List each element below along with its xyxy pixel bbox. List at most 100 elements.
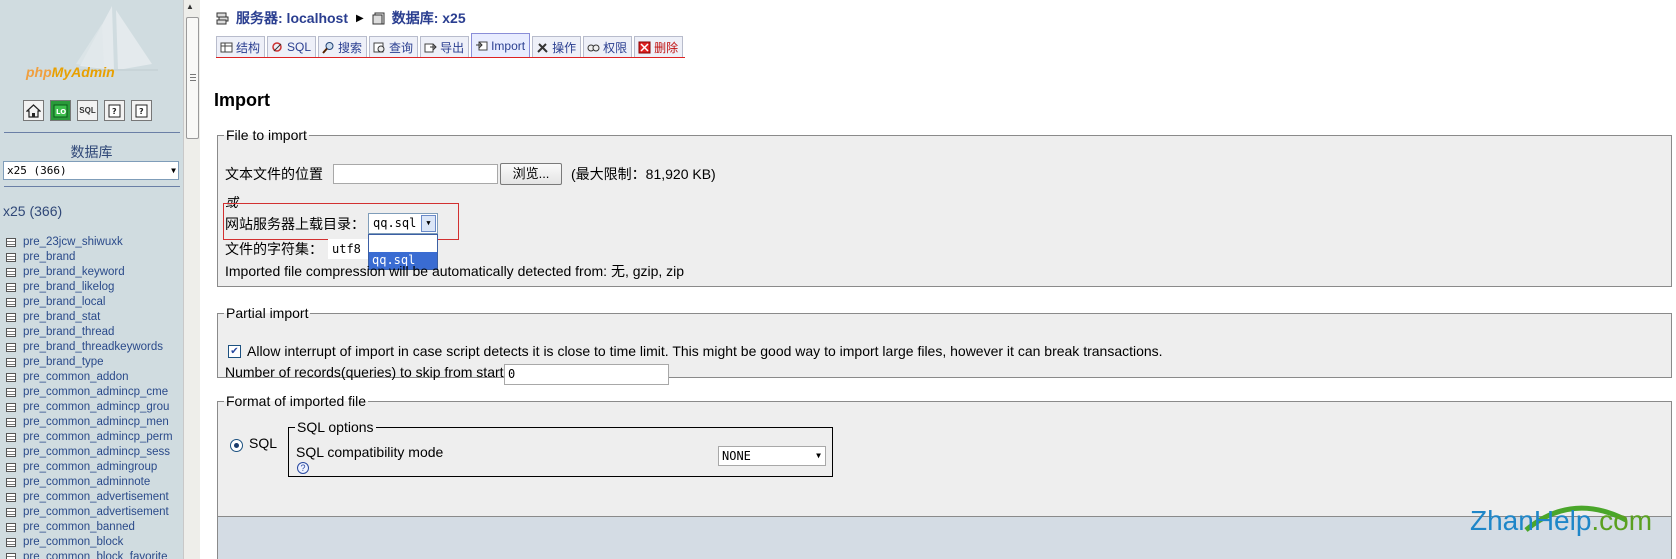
table-icon[interactable] (6, 328, 16, 337)
table-list-item[interactable]: pre_common_admingroup (6, 460, 173, 475)
file-location-input[interactable] (333, 164, 498, 184)
tab-query[interactable]: 查询 (369, 36, 419, 57)
table-icon[interactable] (6, 403, 16, 412)
tab-export[interactable]: 导出 (420, 36, 470, 57)
table-icon[interactable] (6, 448, 16, 457)
dropdown-option[interactable] (369, 235, 437, 252)
skip-records-input[interactable]: 0 (504, 364, 669, 385)
scroll-up-arrow-icon[interactable]: ▲ (186, 2, 194, 11)
table-list-item[interactable]: pre_brand_local (6, 295, 173, 310)
table-icon[interactable] (6, 283, 16, 292)
table-icon[interactable] (6, 298, 16, 307)
breadcrumb: 服务器: localhost ▶ 数据库: x25 (216, 8, 466, 28)
browse-button[interactable]: 浏览... (500, 163, 562, 185)
page-title: Import (214, 90, 270, 110)
table-icon[interactable] (6, 358, 16, 367)
tab-import[interactable]: Import (471, 33, 531, 57)
table-list-item[interactable]: pre_common_admincp_cme (6, 385, 173, 400)
table-list-item[interactable]: pre_common_advertisement (6, 490, 173, 505)
chevron-down-icon[interactable]: ▼ (421, 215, 436, 232)
nav-icon-toolbar: LO SQL ? ? (23, 100, 152, 121)
table-list-item[interactable]: pre_common_block (6, 535, 173, 550)
server-upload-dir-select[interactable]: qq.sql ▼ (368, 213, 438, 234)
docs-icon[interactable]: ? (104, 100, 125, 121)
file-location-label: 文本文件的位置 (225, 166, 323, 182)
changelog-icon[interactable]: ? (131, 100, 152, 121)
table-list-item[interactable]: pre_common_admincp_sess (6, 445, 173, 460)
table-list-item[interactable]: pre_common_block_favorite (6, 550, 173, 559)
table-icon[interactable] (6, 493, 16, 502)
logo-text: phpMyAdmin (26, 64, 115, 80)
table-list-item[interactable]: pre_common_admincp_grou (6, 400, 173, 415)
table-list-item[interactable]: pre_brand_thread (6, 325, 173, 340)
table-icon[interactable] (6, 538, 16, 547)
skip-records-label: Number of records(queries) to skip from … (225, 364, 504, 380)
table-icon[interactable] (6, 253, 16, 262)
table-list-item[interactable]: pre_common_admincp_men (6, 415, 173, 430)
partial-import-section: Partial import ✔ Allow interrupt of impo… (217, 305, 1672, 385)
server-icon (216, 12, 229, 24)
charset-label: 文件的字符集： (225, 241, 323, 257)
table-list-item[interactable]: pre_common_banned (6, 520, 173, 535)
sql-format-radio[interactable] (230, 439, 243, 452)
tab-operations[interactable]: 操作 (532, 36, 582, 57)
section-legend: Partial import (226, 305, 309, 321)
table-icon[interactable] (6, 373, 16, 382)
section-legend: SQL options (297, 419, 374, 435)
table-icon[interactable] (6, 433, 16, 442)
table-icon[interactable] (6, 313, 16, 322)
server-upload-dir-label: 网站服务器上载目录： (225, 216, 365, 232)
table-icon[interactable] (6, 478, 16, 487)
table-list-item[interactable]: pre_common_adminnote (6, 475, 173, 490)
scrollbar-thumb[interactable] (186, 17, 199, 139)
table-list-item[interactable]: pre_23jcw_shiwuxk (6, 235, 173, 250)
allow-interrupt-label: Allow interrupt of import in case script… (247, 343, 1163, 359)
tab-structure[interactable]: 结构 (216, 36, 266, 57)
table-icon[interactable] (6, 418, 16, 427)
section-legend: File to import (226, 127, 307, 143)
tab-sql[interactable]: SQL (267, 36, 317, 57)
table-icon[interactable] (6, 268, 16, 277)
nav-scrollbar[interactable]: ▲ (183, 0, 200, 559)
table-list-item[interactable]: pre_common_advertisement (6, 505, 173, 520)
table-icon[interactable] (6, 523, 16, 532)
tab-drop[interactable]: 删除 (634, 36, 684, 57)
compat-mode-select[interactable]: NONE ▼ (718, 446, 826, 466)
table-list-item[interactable]: pre_brand_type (6, 355, 173, 370)
operations-icon (536, 41, 549, 54)
table-list-item[interactable]: pre_brand_likelog (6, 280, 173, 295)
structure-icon (220, 41, 233, 54)
current-database-link[interactable]: x25 (366) (3, 203, 62, 219)
table-list-item[interactable]: pre_brand_threadkeywords (6, 340, 173, 355)
table-list-item[interactable]: pre_common_admincp_perm (6, 430, 173, 445)
tab-privileges[interactable]: 权限 (583, 36, 633, 57)
database-icon (372, 12, 385, 24)
table-list-item[interactable]: pre_common_addon (6, 370, 173, 385)
breadcrumb-server-link[interactable]: 服务器: localhost (236, 8, 348, 28)
max-limit-text: (最大限制：81,920 KB) (571, 166, 716, 182)
allow-interrupt-checkbox[interactable]: ✔ (228, 345, 241, 358)
sql-icon[interactable]: SQL (77, 100, 98, 121)
search-icon (322, 41, 335, 54)
svg-text:LO: LO (56, 108, 66, 116)
table-list-item[interactable]: pre_brand_keyword (6, 265, 173, 280)
database-select[interactable]: x25 (366) ▼ (3, 161, 179, 180)
table-icon[interactable] (6, 343, 16, 352)
home-icon[interactable] (23, 100, 44, 121)
table-list-item[interactable]: pre_brand_stat (6, 310, 173, 325)
query-window-icon[interactable]: LO (50, 100, 71, 121)
table-icon[interactable] (6, 388, 16, 397)
table-icon[interactable] (6, 553, 16, 559)
table-list-item[interactable]: pre_brand (6, 250, 173, 265)
grip-icon (190, 74, 196, 81)
table-icon[interactable] (6, 238, 16, 247)
breadcrumb-database-link[interactable]: 数据库: x25 (392, 8, 466, 28)
help-icon[interactable]: ? (297, 462, 309, 474)
watermark-text: ZhanHelp.com (1470, 505, 1653, 536)
phpmyadmin-logo[interactable]: phpMyAdmin (0, 0, 183, 95)
table-icon[interactable] (6, 463, 16, 472)
format-section: Format of imported file SQL SQL options … (217, 393, 1672, 518)
tab-search[interactable]: 搜索 (318, 36, 368, 57)
table-icon[interactable] (6, 508, 16, 517)
svg-text:?: ? (112, 107, 117, 116)
